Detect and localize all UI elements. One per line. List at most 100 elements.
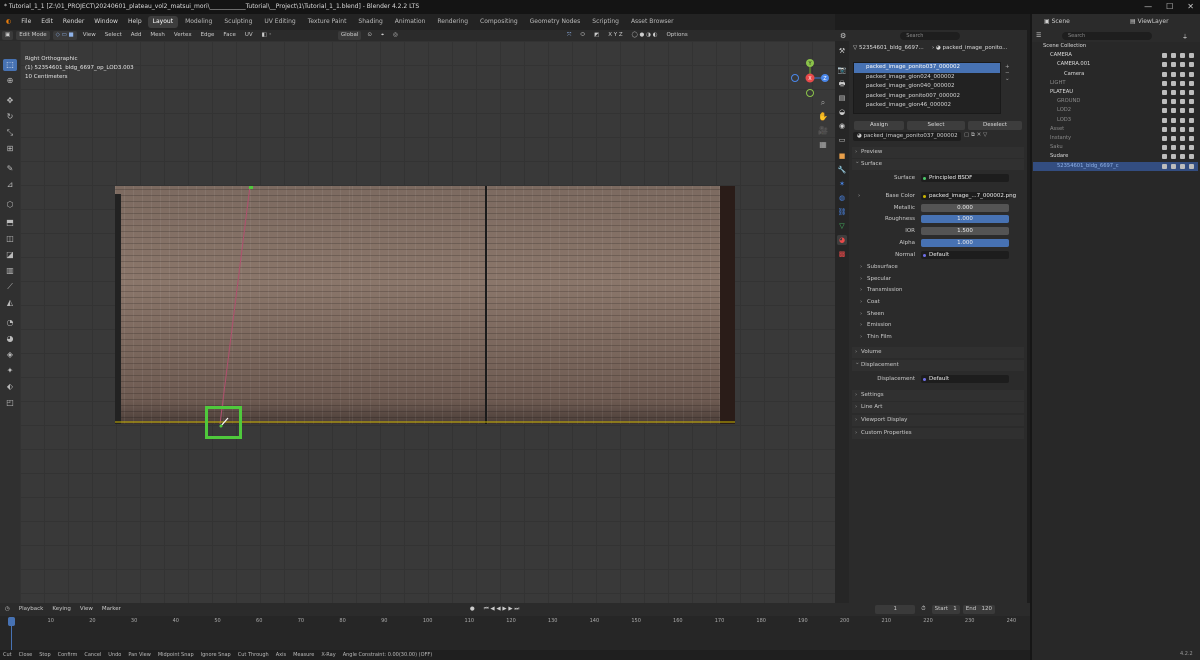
menu-edge[interactable]: Edge xyxy=(198,31,218,40)
visibility-toggles[interactable] xyxy=(1162,162,1194,169)
outliner-display-mode-icon[interactable]: ☰ xyxy=(1036,32,1041,39)
slot-add-remove-icons[interactable]: + − ⌄ xyxy=(1005,64,1010,82)
workspace-tab-modeling[interactable]: Modeling xyxy=(180,16,217,28)
outliner-row[interactable]: Scene Collection xyxy=(1033,42,1198,51)
tool-tab-icon[interactable]: ⚒ xyxy=(837,46,847,56)
camera-render-icon[interactable] xyxy=(1180,154,1185,160)
measure-tool-icon[interactable]: ⊿ xyxy=(3,179,17,191)
collection-tab-icon[interactable]: ▭ xyxy=(837,135,847,145)
material-slot[interactable]: packed_image_ponito037_000002 xyxy=(854,63,1000,73)
section-preview[interactable]: Preview xyxy=(852,147,1024,158)
ior-field[interactable]: 1.500 xyxy=(921,227,1009,235)
gizmo-toggle-icon[interactable]: ⤧ xyxy=(564,31,574,40)
filter-icon[interactable]: ⏚ xyxy=(1182,32,1188,41)
poly-build-tool-icon[interactable]: ◭ xyxy=(3,297,17,309)
section-surface[interactable]: Surface xyxy=(852,157,1024,170)
exclude-checkbox-icon[interactable] xyxy=(1162,108,1167,114)
alpha-field[interactable]: 1.000 xyxy=(921,239,1009,247)
minimize-icon[interactable]: — xyxy=(1144,0,1152,14)
camera-render-icon[interactable] xyxy=(1180,136,1185,141)
subpanel-specular[interactable]: Specular xyxy=(858,274,1022,284)
cursor-tool-icon[interactable]: ⊕ xyxy=(3,75,17,87)
knife-tool-icon[interactable]: ⟋ xyxy=(3,281,17,293)
outliner-row[interactable]: Sudare xyxy=(1033,152,1198,161)
viewlayer-selector[interactable]: ▤ ViewLayer xyxy=(1130,18,1169,25)
normal-field[interactable]: Default xyxy=(921,251,1009,259)
visibility-toggles[interactable] xyxy=(1162,51,1194,59)
maximize-icon[interactable]: ☐ xyxy=(1166,0,1173,14)
scene-tab-icon[interactable]: ◒ xyxy=(837,107,847,117)
camera-render-icon[interactable] xyxy=(1180,71,1185,77)
eye-icon[interactable] xyxy=(1171,90,1176,95)
material-slot-list[interactable]: packed_image_ponito037_000002 packed_ima… xyxy=(853,62,1001,114)
eye-icon[interactable] xyxy=(1171,145,1176,151)
exclude-checkbox-icon[interactable] xyxy=(1162,90,1167,95)
material-slot[interactable]: packed_image_gion024_000002 xyxy=(854,73,1000,83)
material-slot[interactable]: packed_image_ponito007_000002 xyxy=(854,92,1000,102)
section-custom-properties[interactable]: Custom Properties xyxy=(852,428,1024,439)
exclude-checkbox-icon[interactable] xyxy=(1162,99,1167,105)
roughness-field[interactable]: 1.000 xyxy=(921,215,1009,223)
visibility-toggles[interactable] xyxy=(1162,60,1194,68)
menu-vertex[interactable]: Vertex xyxy=(171,31,195,40)
outliner-row[interactable]: GROUND xyxy=(1033,97,1198,106)
visibility-toggles[interactable] xyxy=(1162,106,1194,114)
eye-icon[interactable] xyxy=(1171,80,1176,86)
pan-hand-icon[interactable]: ✋ xyxy=(818,112,828,122)
material-datablock-icons[interactable]: ▢ ⧉ ✕ ▽ xyxy=(964,132,987,139)
camera-render-icon[interactable] xyxy=(1180,163,1185,169)
world-tab-icon[interactable]: ◉ xyxy=(837,121,847,131)
visibility-toggles[interactable] xyxy=(1162,143,1194,151)
menu-uv[interactable]: UV xyxy=(242,31,256,40)
surface-shader-field[interactable]: Principled BSDF xyxy=(921,174,1009,182)
select-button[interactable]: Select xyxy=(907,121,965,130)
outliner-row[interactable]: Asset xyxy=(1033,125,1198,134)
start-frame-field[interactable]: Start 1 xyxy=(931,605,960,614)
loop-cut-tool-icon[interactable]: ▥ xyxy=(3,265,17,277)
base-color-field[interactable]: packed_image_...7_000002.png xyxy=(921,192,1016,200)
exclude-checkbox-icon[interactable] xyxy=(1162,80,1167,86)
outliner-row[interactable]: Camera xyxy=(1033,70,1198,79)
exclude-checkbox-icon[interactable] xyxy=(1162,53,1167,59)
monitor-icon[interactable] xyxy=(1189,117,1194,123)
eye-icon[interactable] xyxy=(1171,117,1176,123)
monitor-icon[interactable] xyxy=(1189,136,1194,141)
workspace-tab-rendering[interactable]: Rendering xyxy=(432,16,473,28)
pivot-icon[interactable]: ⊙ xyxy=(364,31,375,40)
visibility-toggles[interactable] xyxy=(1162,70,1194,77)
overlay-icon[interactable]: ⬭ xyxy=(577,31,588,40)
eye-icon[interactable] xyxy=(1171,126,1176,132)
outliner-row[interactable]: 52354601_bldg_6697_c xyxy=(1033,161,1198,171)
workspace-tab-compositing[interactable]: Compositing xyxy=(475,16,523,28)
timeline-menu-view[interactable]: View xyxy=(77,605,96,614)
outliner-row[interactable]: LOD2 xyxy=(1033,106,1198,115)
timeline-editor-icon[interactable]: ◷ xyxy=(2,605,13,614)
mode-dropdown[interactable]: Edit Mode xyxy=(16,31,50,40)
end-frame-field[interactable]: End 120 xyxy=(962,605,995,614)
section-settings[interactable]: Settings xyxy=(852,390,1024,401)
monitor-icon[interactable] xyxy=(1189,53,1194,59)
menu-window[interactable]: Window xyxy=(90,14,122,30)
monitor-icon[interactable] xyxy=(1189,154,1194,160)
outliner-row[interactable]: CAMERA xyxy=(1033,51,1198,60)
exclude-checkbox-icon[interactable] xyxy=(1162,71,1167,77)
visibility-toggles[interactable] xyxy=(1162,97,1194,105)
shading-mode-icons[interactable]: ◯ ● ◑ ◐ xyxy=(629,31,661,40)
section-viewport-display[interactable]: Viewport Display xyxy=(852,415,1024,426)
shear-tool-icon[interactable]: ⬖ xyxy=(3,381,17,393)
timeline-menu-marker[interactable]: Marker xyxy=(99,605,124,614)
material-tab-icon[interactable]: ◕ xyxy=(837,235,847,245)
editmode-toggle-icons[interactable]: ◧ ◦ xyxy=(259,31,275,40)
exclude-checkbox-icon[interactable] xyxy=(1162,62,1167,68)
eye-icon[interactable] xyxy=(1171,108,1176,114)
move-tool-icon[interactable]: ✥ xyxy=(3,95,17,107)
properties-editor-icon[interactable]: ⚙ xyxy=(840,32,846,40)
menu-face[interactable]: Face xyxy=(220,31,238,40)
object-tab-icon[interactable]: ■ xyxy=(837,151,847,161)
material-slot[interactable]: packed_image_gion46_000002 xyxy=(854,101,1000,111)
edge-slide-tool-icon[interactable]: ◈ xyxy=(3,349,17,361)
output-tab-icon[interactable]: 🖶 xyxy=(837,79,847,89)
select-box-tool-icon[interactable]: ⬚ xyxy=(3,59,17,71)
rotate-tool-icon[interactable]: ↻ xyxy=(3,111,17,123)
subpanel-subsurface[interactable]: Subsurface xyxy=(858,262,1022,272)
